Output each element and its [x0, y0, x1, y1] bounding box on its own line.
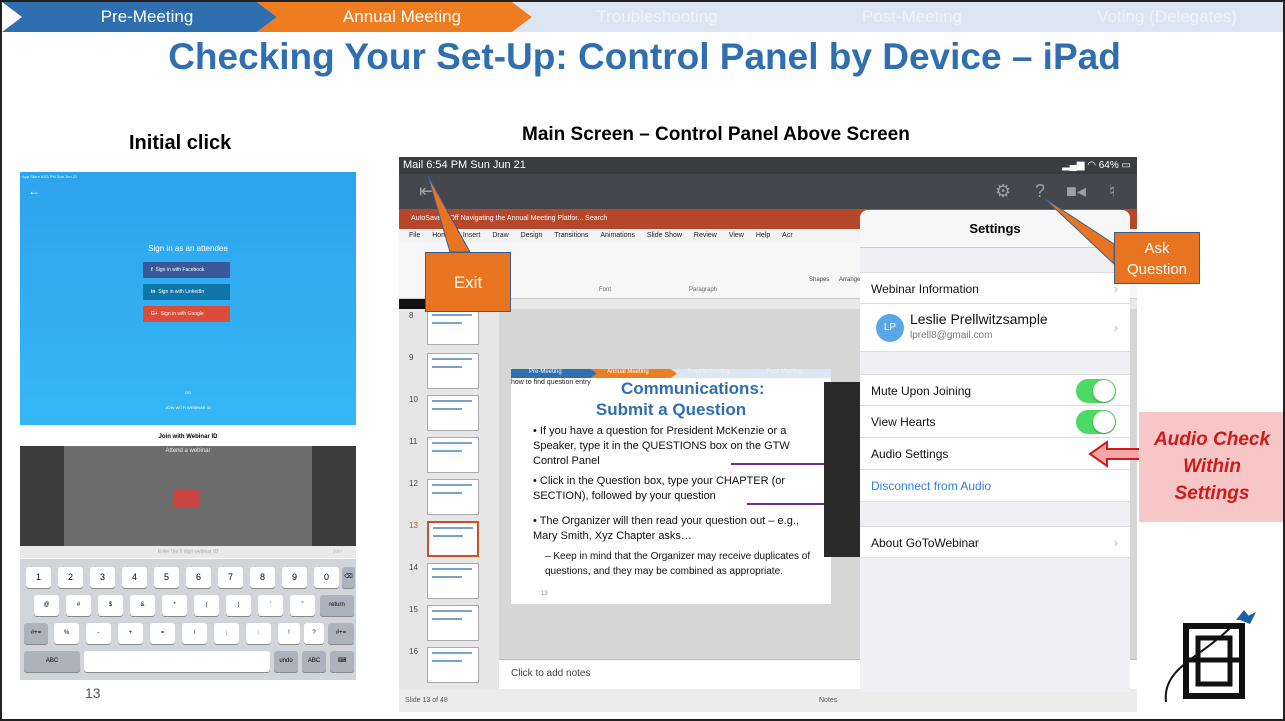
ask-callout-line2: Question [1126, 261, 1188, 278]
audio-check-callout: Audio Check Within Settings [1139, 412, 1283, 522]
airplane-logo-icon [1164, 610, 1256, 703]
audio-callout-line1: Audio Check [1153, 429, 1271, 450]
audio-callout-line2: Within [1183, 456, 1241, 477]
audio-arrow-icon [1088, 440, 1143, 468]
ask-callout-pointer [1043, 197, 1115, 266]
callout-pointers [427, 175, 1143, 468]
ask-question-callout: Ask Question [1114, 232, 1200, 284]
exit-callout: Exit [425, 252, 511, 312]
audio-callout-line3: Settings [1174, 483, 1250, 504]
ask-callout-line1: Ask [1144, 240, 1170, 257]
slide: Pre-Meeting Annual Meeting Troubleshooti… [0, 0, 1285, 721]
exit-callout-pointer [427, 175, 471, 253]
